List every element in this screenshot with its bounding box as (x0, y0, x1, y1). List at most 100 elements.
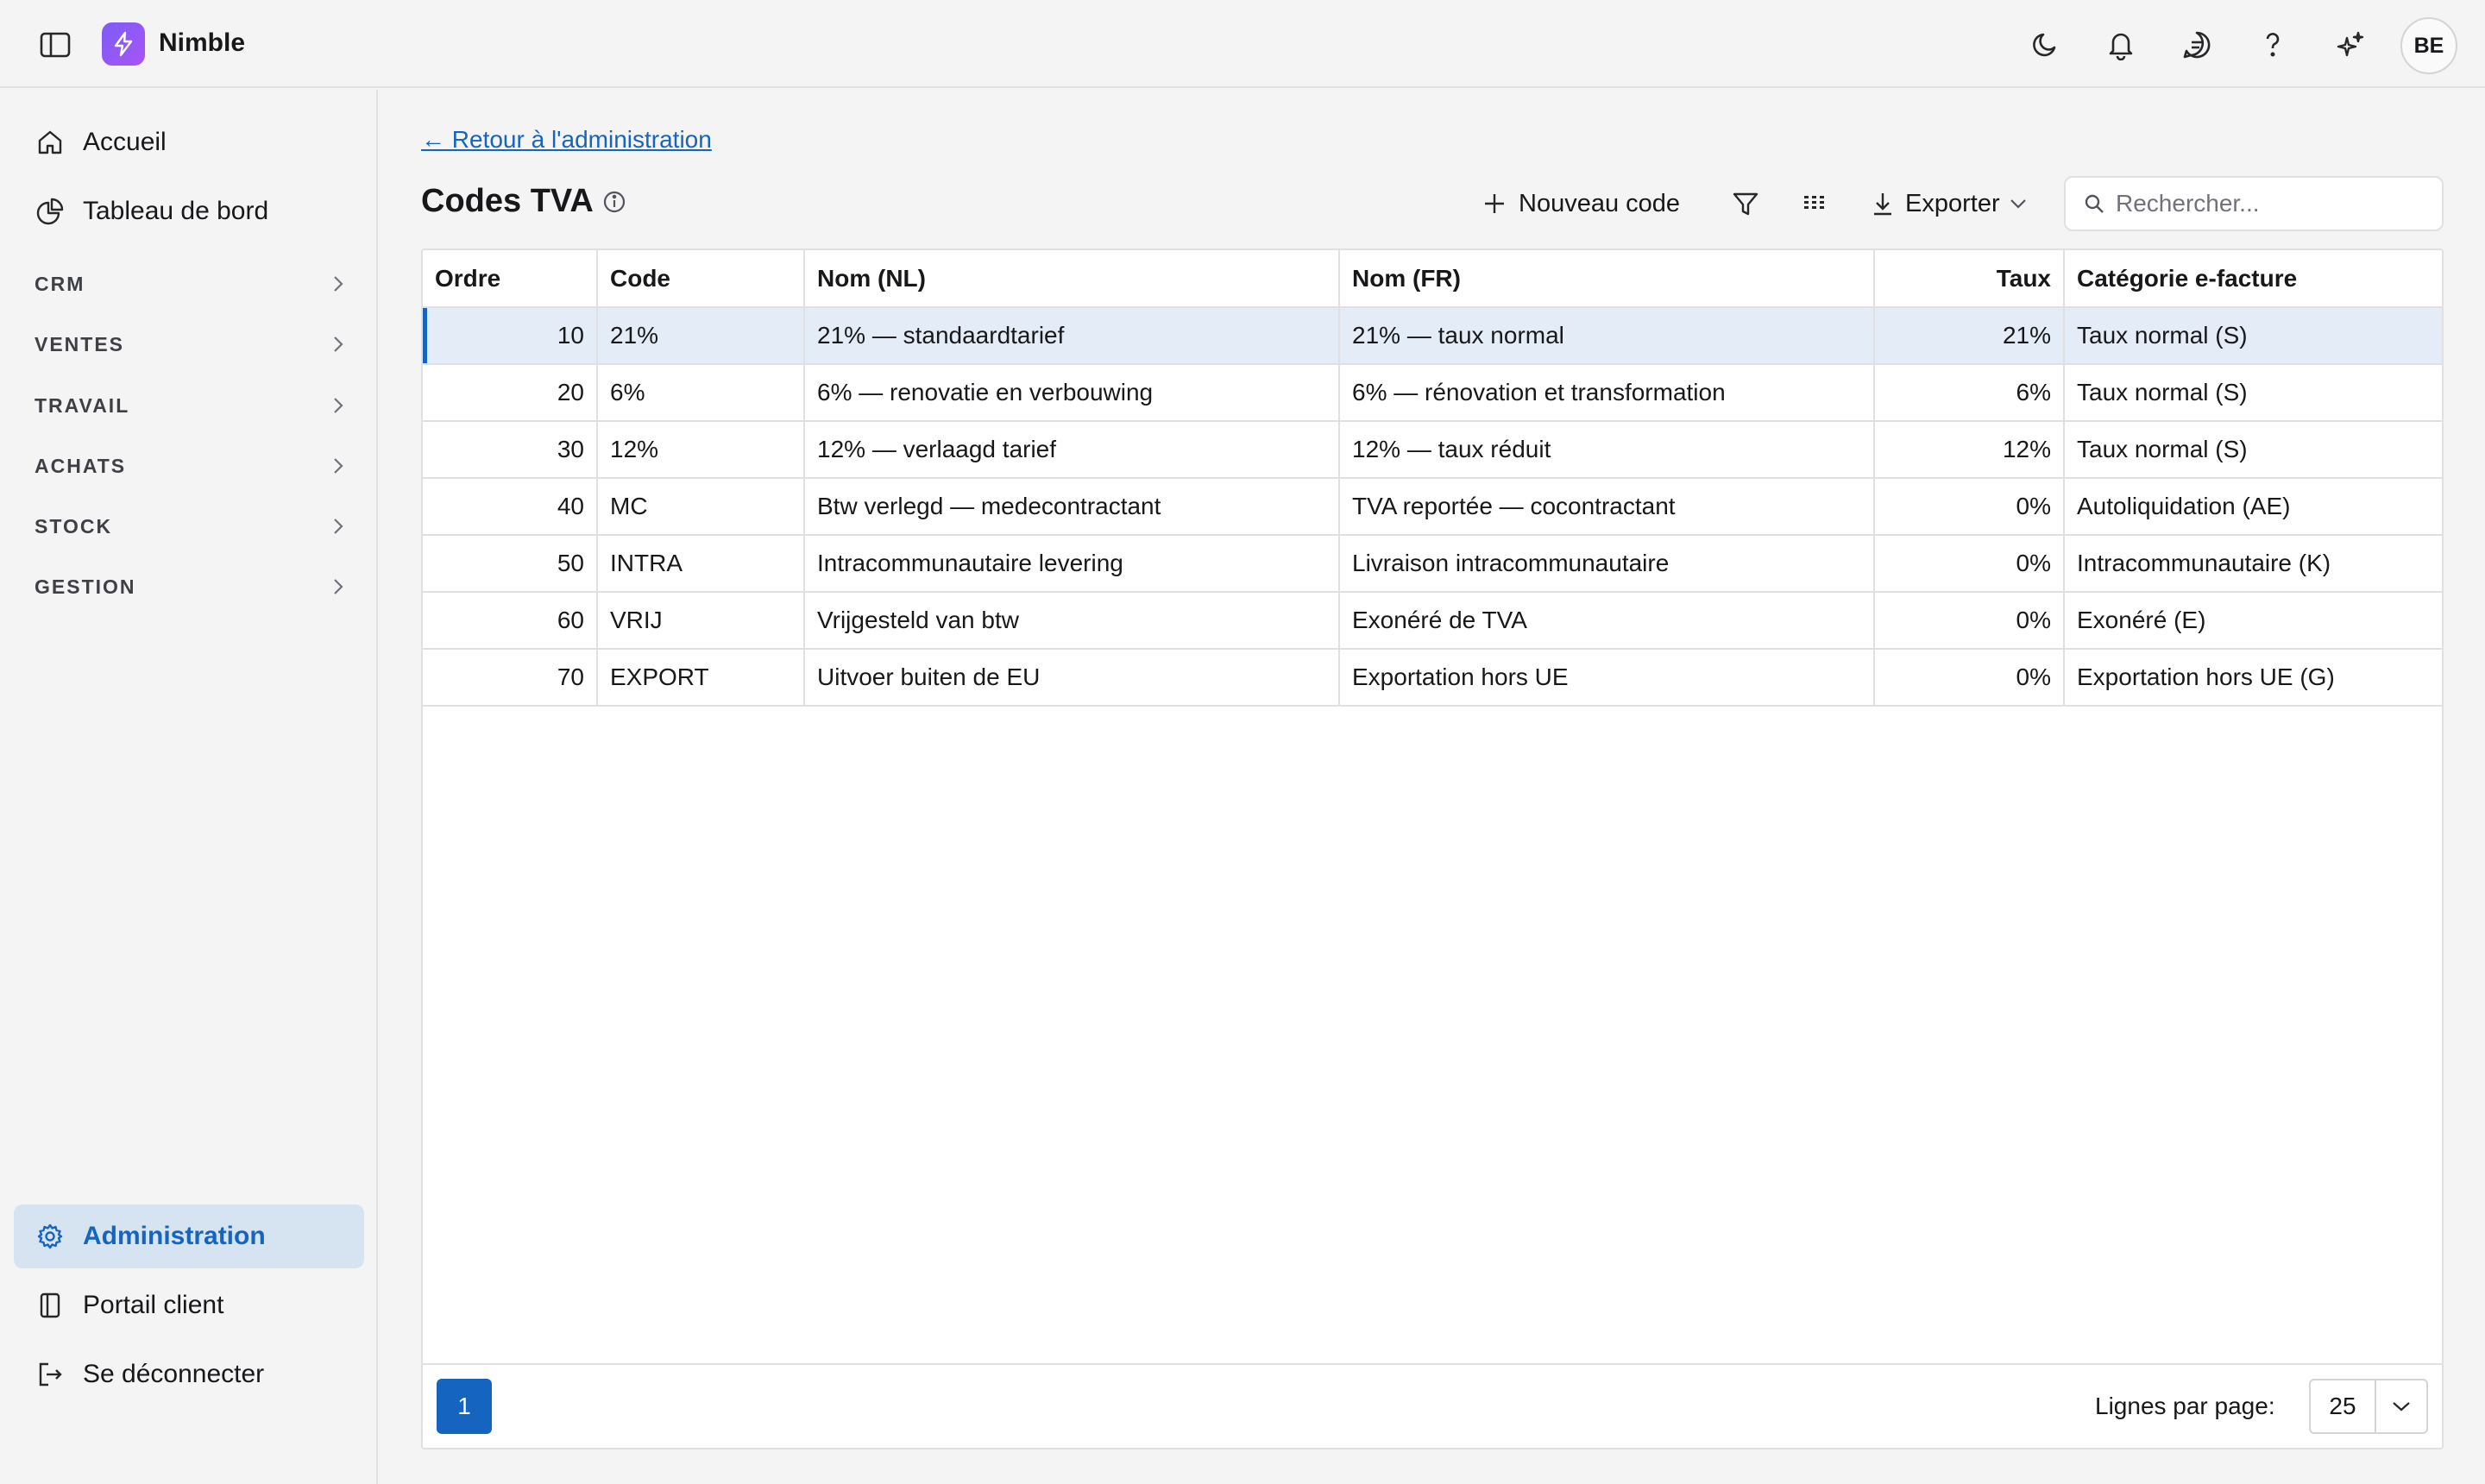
cell-ordre: 30 (423, 421, 598, 479)
help-icon[interactable] (2254, 26, 2292, 64)
cell-code: 21% (597, 307, 805, 365)
cell-categorie: Taux normal (S) (2064, 307, 2442, 365)
cell-nom-fr: Exonéré de TVA (1339, 592, 1875, 650)
column-header-nom-fr[interactable]: Nom (FR) (1339, 250, 1875, 308)
nav-item-portail-client[interactable]: Portail client (14, 1273, 364, 1337)
page-title: Codes TVA (421, 183, 594, 219)
pie-chart-icon (33, 198, 67, 225)
cell-nom-nl: Vrijgesteld van btw (804, 592, 1340, 650)
cell-code: 12% (597, 421, 805, 479)
table-row[interactable]: 30 12% 12% — verlaagd tarief 12% — taux … (423, 421, 2442, 479)
sparkles-icon[interactable] (2331, 26, 2369, 64)
search-box[interactable] (2064, 176, 2444, 231)
moon-icon[interactable] (2026, 26, 2064, 64)
cell-code: EXPORT (597, 649, 805, 707)
cell-code: MC (597, 478, 805, 536)
table-row[interactable]: 40 MC Btw verlegd — medecontractant TVA … (423, 478, 2442, 536)
cell-nom-fr: TVA reportée — cocontractant (1339, 478, 1875, 536)
chevron-down-icon (2376, 1399, 2426, 1413)
chevron-right-icon (334, 579, 343, 594)
download-icon (1874, 193, 1891, 216)
table-row[interactable]: 60 VRIJ Vrijgesteld van btw Exonéré de T… (423, 592, 2442, 650)
nav-item-label: Accueil (83, 128, 167, 156)
section-label: CRM (35, 272, 85, 295)
nav-section-travail[interactable]: TRAVAIL (35, 384, 345, 427)
chat-icon[interactable] (2178, 26, 2216, 64)
cell-nom-fr: 12% — taux réduit (1339, 421, 1875, 479)
user-avatar[interactable]: BE (2400, 17, 2457, 74)
info-icon[interactable] (602, 190, 628, 216)
nav-section-gestion[interactable]: GESTION (35, 565, 345, 608)
nav-item-label: Tableau de bord (83, 197, 269, 225)
column-header-categorie[interactable]: Catégorie e-facture (2064, 250, 2442, 308)
section-label: TRAVAIL (35, 393, 130, 417)
cell-nom-nl: 6% — renovatie en verbouwing (804, 364, 1340, 422)
cell-ordre: 50 (423, 535, 598, 593)
home-icon (33, 129, 67, 156)
cell-taux: 0% (1874, 592, 2065, 650)
search-icon (2085, 194, 2104, 213)
app-name: Nimble (159, 28, 246, 57)
nav-section-ventes[interactable]: VENTES (35, 323, 345, 366)
column-header-nom-nl[interactable]: Nom (NL) (804, 250, 1340, 308)
filter-icon (1733, 192, 1758, 216)
columns-button[interactable] (1800, 181, 1829, 226)
cell-nom-nl: 12% — verlaagd tarief (804, 421, 1340, 479)
nav-item-accueil[interactable]: Accueil (14, 110, 364, 174)
cell-nom-fr: Exportation hors UE (1339, 649, 1875, 707)
cell-ordre: 10 (423, 307, 598, 365)
cell-ordre: 60 (423, 592, 598, 650)
column-header-taux[interactable]: Taux (1874, 250, 2065, 308)
cell-nom-nl: Intracommunautaire levering (804, 535, 1340, 593)
export-label: Exporter (1905, 189, 2000, 217)
cell-categorie: Exonéré (E) (2064, 592, 2442, 650)
cell-code: 6% (597, 364, 805, 422)
chevron-right-icon (334, 519, 343, 534)
table-row[interactable]: 70 EXPORT Uitvoer buiten de EU Exportati… (423, 649, 2442, 707)
cell-nom-fr: Livraison intracommunautaire (1339, 535, 1875, 593)
cell-categorie: Intracommunautaire (K) (2064, 535, 2442, 593)
bell-icon[interactable] (2102, 26, 2140, 64)
cell-nom-nl: Btw verlegd — medecontractant (804, 478, 1340, 536)
search-input[interactable] (2116, 190, 2426, 217)
table-row[interactable]: 50 INTRA Intracommunautaire levering Liv… (423, 535, 2442, 593)
table-header-row: Ordre Code Nom (NL) Nom (FR) Taux Catégo… (423, 250, 2442, 308)
book-icon (33, 1292, 67, 1319)
new-code-button[interactable]: Nouveau code (1482, 181, 1680, 226)
column-header-code[interactable]: Code (597, 250, 805, 308)
cell-taux: 0% (1874, 535, 2065, 593)
gear-icon (33, 1223, 67, 1250)
plus-icon (1485, 194, 1504, 213)
new-code-label: Nouveau code (1519, 189, 1681, 217)
logout-icon (33, 1361, 67, 1388)
section-label: STOCK (35, 514, 113, 538)
nav-section-achats[interactable]: ACHATS (35, 444, 345, 487)
sidebar-toggle-icon[interactable] (35, 28, 76, 62)
cell-taux: 0% (1874, 478, 2065, 536)
nav-section-crm[interactable]: CRM (35, 262, 345, 305)
nav-item-administration[interactable]: Administration (14, 1204, 364, 1268)
column-header-ordre[interactable]: Ordre (423, 250, 598, 308)
nav-item-label: Administration (83, 1222, 266, 1250)
table-row[interactable]: 20 6% 6% — renovatie en verbouwing 6% — … (423, 364, 2442, 422)
cell-taux: 6% (1874, 364, 2065, 422)
nav-section-stock[interactable]: STOCK (35, 505, 345, 548)
cell-ordre: 40 (423, 478, 598, 536)
cell-code: INTRA (597, 535, 805, 593)
export-button[interactable]: Exporter (1871, 181, 2028, 226)
cell-code: VRIJ (597, 592, 805, 650)
top-bar: Nimble BE (0, 0, 2485, 88)
back-to-admin-link[interactable]: ← Retour à l'administration (421, 126, 712, 154)
chevron-right-icon (334, 398, 343, 413)
nav-item-tableau-de-bord[interactable]: Tableau de bord (14, 179, 364, 243)
page-button-1[interactable]: 1 (437, 1379, 492, 1434)
cell-taux: 12% (1874, 421, 2065, 479)
table-row[interactable]: 10 21% 21% — standaardtarief 21% — taux … (423, 307, 2442, 365)
nav-item-se-deconnecter[interactable]: Se déconnecter (14, 1343, 364, 1406)
rows-per-page-select[interactable]: 25 (2309, 1379, 2428, 1434)
nav-item-label: Se déconnecter (83, 1360, 265, 1388)
section-label: GESTION (35, 575, 136, 598)
cell-categorie: Autoliquidation (AE) (2064, 478, 2442, 536)
filter-button[interactable] (1731, 181, 1760, 226)
chevron-right-icon (334, 276, 343, 292)
